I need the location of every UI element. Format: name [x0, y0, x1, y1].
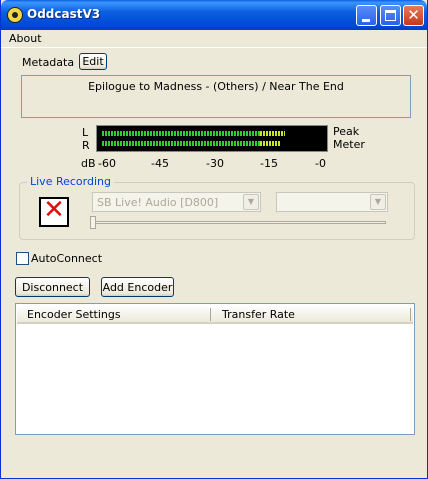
- minimize-icon: [362, 19, 370, 22]
- record-disabled-icon[interactable]: ✕: [39, 195, 69, 227]
- autoconnect-label[interactable]: AutoConnect: [31, 252, 102, 265]
- scale-label: -45: [151, 157, 169, 170]
- right-level-peak-segment: [260, 141, 280, 146]
- disconnect-button[interactable]: Disconnect: [15, 277, 90, 297]
- close-button[interactable]: ✕: [403, 5, 424, 26]
- scale-label: -15: [260, 157, 278, 170]
- left-level-peak-segment: [260, 131, 285, 136]
- menu-bar: About: [1, 30, 427, 48]
- audio-device-select[interactable]: SB Live! Audio [D800] ▼: [92, 192, 261, 212]
- metadata-label: Metadata: [22, 56, 75, 69]
- peak-label: Peak: [333, 125, 360, 138]
- right-channel-label: R: [82, 139, 90, 152]
- title-bar[interactable]: OddcastV3 ✕: [1, 0, 427, 30]
- column-divider[interactable]: [210, 308, 211, 321]
- left-level-bar: [102, 131, 285, 136]
- live-recording-title: Live Recording: [27, 175, 114, 188]
- close-icon: ✕: [407, 6, 420, 24]
- x-mark-icon: ✕: [43, 195, 65, 225]
- meter-label: Meter: [333, 138, 365, 151]
- window-title: OddcastV3: [27, 7, 101, 21]
- add-encoder-button[interactable]: Add Encoder: [101, 277, 174, 297]
- maximize-icon: [385, 10, 396, 21]
- main-window: OddcastV3 ✕ About Metadata Edit Epilogue…: [0, 0, 428, 479]
- chevron-down-icon[interactable]: ▼: [243, 194, 259, 210]
- scale-label: -0: [315, 157, 326, 170]
- edit-metadata-button[interactable]: Edit: [79, 53, 107, 70]
- encoder-list-header: Encoder Settings Transfer Rate: [17, 305, 413, 324]
- autoconnect-checkbox[interactable]: [16, 252, 29, 265]
- audio-device-select-value: SB Live! Audio [D800]: [97, 196, 219, 209]
- minimize-button[interactable]: [356, 5, 377, 26]
- recording-volume-slider[interactable]: [94, 221, 386, 224]
- left-channel-label: L: [82, 126, 89, 139]
- metadata-current-text: Epilogue to Madness - (Others) / Near Th…: [88, 80, 344, 93]
- column-header-transfer-rate[interactable]: Transfer Rate: [222, 308, 295, 321]
- app-logo-icon[interactable]: [7, 7, 23, 23]
- secondary-device-select[interactable]: ▼: [276, 192, 388, 212]
- chevron-down-icon[interactable]: ▼: [370, 194, 386, 210]
- metadata-display: Epilogue to Madness - (Others) / Near Th…: [21, 75, 411, 118]
- db-unit-label: dB: [81, 157, 96, 170]
- scale-label: -30: [206, 157, 224, 170]
- maximize-button[interactable]: [380, 5, 401, 26]
- scale-label: -60: [98, 157, 116, 170]
- encoder-list[interactable]: Encoder Settings Transfer Rate: [15, 303, 415, 435]
- right-level-bar: [102, 141, 280, 146]
- recording-volume-slider-thumb[interactable]: [90, 216, 96, 229]
- level-meter: [96, 125, 328, 152]
- column-header-encoder-settings[interactable]: Encoder Settings: [27, 308, 121, 321]
- column-divider[interactable]: [410, 308, 411, 321]
- menu-item-about[interactable]: About: [9, 32, 42, 45]
